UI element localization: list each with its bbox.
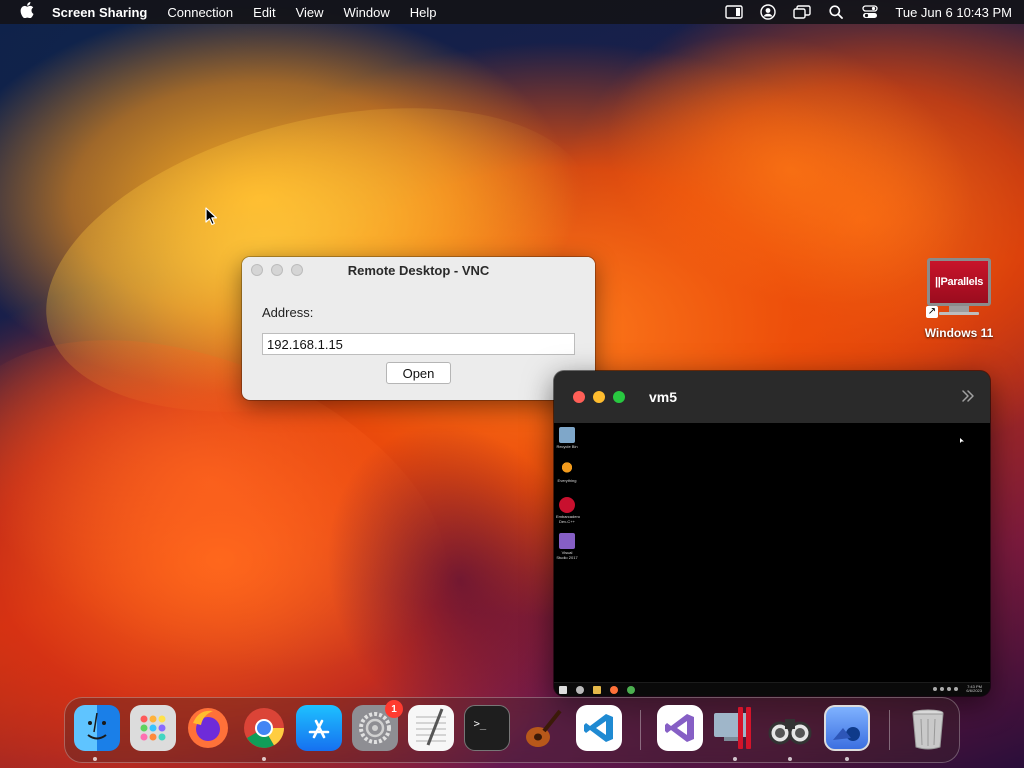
- remote-desktop-vnc-dialog: Remote Desktop - VNC Address: Open: [242, 257, 595, 400]
- win-icon-caption: Visual Studio 2017: [556, 550, 578, 560]
- menu-window[interactable]: Window: [344, 5, 390, 20]
- svg-text:>_: >_: [474, 718, 487, 730]
- dock-screen-sharing-icon[interactable]: [767, 705, 813, 751]
- running-indicator: [788, 757, 792, 761]
- dock-garageband-icon[interactable]: [520, 705, 566, 751]
- chevron-double-right-icon[interactable]: [960, 388, 976, 404]
- file-explorer-icon[interactable]: [593, 685, 601, 694]
- running-indicator: [93, 757, 97, 761]
- address-input[interactable]: [262, 333, 575, 355]
- windows-search-icon[interactable]: [576, 685, 584, 694]
- dock-preview-icon[interactable]: [824, 705, 870, 751]
- mouse-pointer-icon: [205, 207, 218, 226]
- minimize-button[interactable]: [593, 391, 605, 403]
- win-desktop-icon-dev-cpp[interactable]: Embarcadero Dev-C++: [556, 497, 581, 524]
- vm-window-title: vm5: [649, 389, 678, 405]
- menu-bar: Screen Sharing Connection Edit View Wind…: [0, 0, 1024, 24]
- dock-launchpad-icon[interactable]: [130, 705, 176, 751]
- dialog-titlebar[interactable]: Remote Desktop - VNC: [242, 257, 595, 283]
- running-indicator: [733, 757, 737, 761]
- remote-windows-screen[interactable]: Recycle Bin Everything Embarcadero Dev-C…: [554, 423, 990, 696]
- tray-icon[interactable]: [940, 687, 945, 691]
- menu-edit[interactable]: Edit: [253, 5, 275, 20]
- tray-icon[interactable]: [947, 687, 952, 691]
- dock-visual-studio-icon[interactable]: [657, 705, 703, 751]
- win-desktop-icon-everything[interactable]: Everything: [556, 461, 578, 483]
- screen-mirroring-icon[interactable]: [793, 4, 812, 20]
- menu-help[interactable]: Help: [410, 5, 437, 20]
- dock-parallels-icon[interactable]: [712, 705, 758, 751]
- dock-trash-icon[interactable]: [905, 705, 951, 751]
- visual-studio-icon: [559, 533, 575, 549]
- menu-connection[interactable]: Connection: [167, 5, 233, 20]
- address-label: Address:: [262, 305, 314, 320]
- dock-app-store-icon[interactable]: [296, 705, 342, 751]
- dialog-title: Remote Desktop - VNC: [347, 262, 490, 278]
- dock-firefox-icon[interactable]: [185, 705, 231, 751]
- windows-taskbar: 7:43 PM 6/6/2023: [554, 682, 990, 696]
- spotlight-search-icon[interactable]: [827, 4, 845, 20]
- tray-icon[interactable]: [954, 687, 959, 691]
- dock-textedit-icon[interactable]: [408, 705, 454, 751]
- user-account-icon[interactable]: [759, 4, 777, 20]
- remote-pointer-icon: [960, 438, 964, 443]
- menu-bar-clock[interactable]: Tue Jun 6 10:43 PM: [895, 5, 1012, 20]
- vm-titlebar[interactable]: vm5: [554, 371, 990, 423]
- zoom-button[interactable]: [613, 391, 625, 403]
- dock-separator: [889, 710, 890, 750]
- control-center-icon[interactable]: [861, 4, 879, 20]
- dock-terminal-icon[interactable]: >_: [464, 705, 510, 751]
- menu-view[interactable]: View: [296, 5, 324, 20]
- stage-manager-icon[interactable]: [725, 4, 744, 20]
- win-icon-caption: Embarcadero Dev-C++: [556, 514, 581, 524]
- dock: 1 >_: [64, 697, 960, 763]
- dock-vscode-icon[interactable]: [576, 705, 622, 751]
- win-desktop-icon-recycle-bin[interactable]: Recycle Bin: [556, 427, 578, 449]
- apple-menu-icon[interactable]: [16, 2, 38, 22]
- desktop-icon-label: Windows 11: [924, 326, 994, 340]
- dock-chrome-icon[interactable]: [241, 705, 287, 751]
- parallels-logo-text: ||Parallels: [930, 261, 988, 303]
- running-indicator: [845, 757, 849, 761]
- dock-separator: [640, 710, 641, 750]
- system-tray: 7:43 PM 6/6/2023: [930, 685, 982, 693]
- desktop-icon-windows-11[interactable]: ||Parallels ↗ Windows 11: [914, 258, 1004, 340]
- running-indicator: [262, 757, 266, 761]
- firefox-taskbar-icon[interactable]: [610, 685, 618, 694]
- tray-clock[interactable]: 7:43 PM 6/6/2023: [966, 685, 982, 693]
- menu-app-name[interactable]: Screen Sharing: [52, 5, 147, 20]
- alias-arrow-icon: ↗: [926, 306, 938, 318]
- win-icon-caption: Everything: [557, 478, 577, 483]
- win-icon-caption: Recycle Bin: [556, 444, 578, 449]
- recycle-bin-icon: [559, 427, 575, 443]
- notification-badge: 1: [385, 700, 403, 718]
- tray-icon[interactable]: [933, 687, 938, 691]
- dock-finder-icon[interactable]: [74, 705, 120, 751]
- tray-date: 6/6/2023: [966, 688, 982, 693]
- open-button[interactable]: Open: [386, 362, 451, 384]
- win-desktop-icon-visual-studio[interactable]: Visual Studio 2017: [556, 533, 578, 560]
- dev-cpp-icon: [559, 497, 575, 513]
- parallels-monitor-icon: ||Parallels: [927, 258, 991, 306]
- vm5-window: vm5 Recycle Bin Everything Embarcadero D…: [554, 371, 990, 696]
- windows-start-icon[interactable]: [559, 685, 567, 694]
- chrome-taskbar-icon[interactable]: [627, 685, 635, 694]
- close-button[interactable]: [573, 391, 585, 403]
- everything-search-icon: [559, 461, 575, 477]
